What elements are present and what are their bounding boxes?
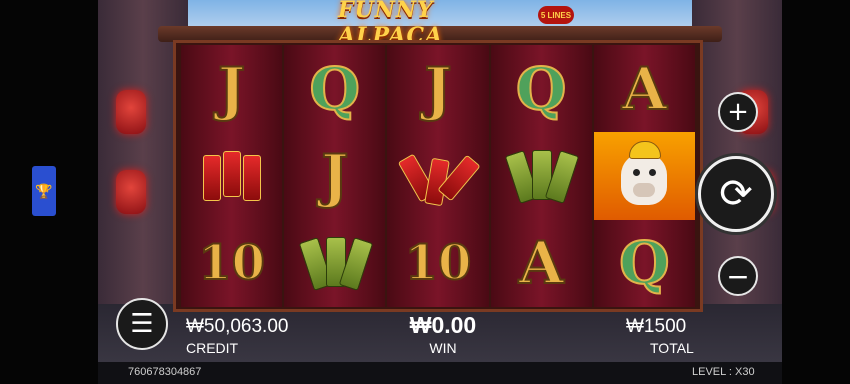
alpaca-icon [611, 139, 677, 213]
symbol-cell: A [594, 45, 695, 132]
bet-decrease-button[interactable]: − [718, 256, 758, 296]
symbol-j: J [217, 54, 246, 124]
symbol-a: A [518, 228, 565, 298]
spin-button[interactable]: ⟳ [698, 156, 774, 232]
reel-2: Q J [284, 45, 386, 307]
menu-icon: ☰ [130, 309, 154, 339]
symbol-cell: A [491, 220, 592, 307]
symbol-cell: Q [594, 220, 695, 307]
symbol-cell [181, 132, 282, 219]
reel-4: Q A [490, 45, 592, 307]
total-bet-label: TOTAL [650, 340, 694, 356]
symbol-cell [387, 132, 488, 219]
reel-3: J 10 [387, 45, 489, 307]
symbol-q: Q [515, 54, 568, 124]
fan-icon [298, 233, 374, 293]
symbol-cell: Q [491, 45, 592, 132]
menu-button[interactable]: ☰ [116, 298, 168, 350]
symbol-cell: 10 [387, 220, 488, 307]
win-value: ₩0.00 [409, 312, 477, 338]
slot-game: FUNNY ALPACA 5 LINES J 10 Q J J 10 Q A A… [98, 0, 782, 384]
lantern [116, 170, 146, 214]
symbol-10: 10 [197, 234, 266, 292]
reels: J 10 Q J J 10 Q A A Q [181, 45, 695, 307]
symbol-cell [491, 132, 592, 219]
symbol-cell [593, 132, 695, 220]
symbol-cell: Q [284, 45, 385, 132]
symbol-10: 10 [404, 234, 473, 292]
firecracker-icon [199, 145, 265, 207]
level-indicator: LEVEL : X30 [692, 366, 755, 378]
round-id: 760678304867 [128, 366, 202, 378]
symbol-cell: J [181, 45, 282, 132]
credit-label: CREDIT [186, 340, 239, 356]
reel-5: A Q [593, 45, 695, 307]
symbol-q: Q [309, 54, 362, 124]
trophy-icon: 🏆 [35, 182, 53, 199]
lines-badge: 5 LINES [538, 6, 574, 24]
symbol-q: Q [618, 228, 671, 298]
lantern [116, 90, 146, 134]
bet-increase-button[interactable]: + [718, 92, 758, 132]
credit-value: ₩50,063.00 [186, 316, 289, 337]
symbol-cell: J [284, 132, 385, 219]
symbol-cell: J [387, 45, 488, 132]
symbol-a: A [621, 54, 668, 124]
symbol-j: J [423, 54, 452, 124]
symbol-j: J [320, 141, 349, 211]
firecracker-bundle-icon [397, 145, 481, 207]
symbol-cell: 10 [181, 220, 282, 307]
game-logo: FUNNY ALPACA [338, 0, 444, 49]
trophy-tab[interactable]: 🏆 [32, 166, 56, 216]
win-label: WIN [429, 340, 457, 356]
symbol-cell [284, 220, 385, 307]
total-bet-value: ₩1500 [626, 316, 687, 337]
reel-1: J 10 [181, 45, 283, 307]
fan-icon [504, 146, 580, 206]
refresh-icon: ⟳ [719, 171, 753, 217]
